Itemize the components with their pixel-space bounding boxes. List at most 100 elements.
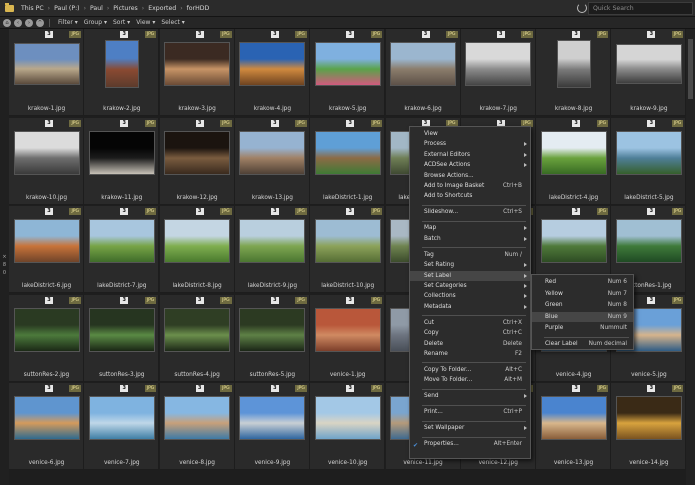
thumbnail-cell[interactable]: 3 JPG krakow-13.jpg (234, 117, 310, 205)
vertical-scrollbar[interactable] (686, 29, 695, 485)
thumbnail-cell[interactable]: 3 JPG venice-14.jpg (611, 383, 686, 470)
thumbnail-cell[interactable]: 3 JPG krakow-2.jpg (84, 29, 160, 116)
thumbnail-cell[interactable]: 3 JPG krakow-7.jpg (460, 29, 536, 116)
menu-item-batch[interactable]: Batch (410, 234, 530, 244)
menu-item-metadata[interactable]: Metadata (410, 302, 530, 312)
thumbnail-image[interactable] (164, 219, 231, 263)
back-icon[interactable]: ‹ (14, 18, 22, 27)
thumbnail-image[interactable] (540, 396, 607, 440)
menu-item-delete[interactable]: Delete Delete (410, 339, 530, 349)
thumbnail-image[interactable] (239, 307, 306, 352)
menu-item-copy[interactable]: Copy Ctrl+C (410, 328, 530, 338)
menu-item-red[interactable]: Red Num 6 (532, 277, 633, 287)
thumbnail-image[interactable] (615, 130, 682, 175)
thumbnail-image[interactable] (164, 307, 231, 352)
menu-item-clear-label[interactable]: Clear Label Num decimal (532, 339, 633, 349)
thumbnail-cell[interactable]: 3 JPG venice-10.jpg (310, 383, 386, 470)
thumbnail-cell[interactable]: 3 JPG venice-7.jpg (84, 383, 160, 470)
menu-item-set-label[interactable]: Set Label (410, 270, 530, 281)
thumbnail-image[interactable] (615, 219, 682, 263)
thumbnail-image[interactable] (239, 42, 306, 86)
thumbnail-cell[interactable]: 3 JPG krakow-1.jpg (9, 29, 84, 116)
thumbnail-cell[interactable]: 3 JPG krakow-10.jpg (9, 117, 84, 205)
menu-item-print[interactable]: Print... Ctrl+P (410, 407, 530, 417)
thumbnail-image[interactable] (239, 396, 306, 440)
thumbnail-cell[interactable]: 3 JPG venice-1.jpg (310, 294, 386, 382)
refresh-icon[interactable] (577, 3, 587, 13)
thumbnail-cell[interactable]: 3 JPG lakeDistrict-10.jpg (310, 206, 386, 293)
menu-item-cut[interactable]: Cut Ctrl+X (410, 318, 530, 328)
thumbnail-image[interactable] (104, 40, 139, 88)
breadcrumb-item[interactable]: Pictures (110, 5, 141, 12)
thumbnail-cell[interactable]: 3 JPG krakow-8.jpg (536, 29, 612, 116)
thumbnail-cell[interactable]: 3 JPG krakow-6.jpg (385, 29, 461, 116)
thumbnail-image[interactable] (314, 396, 381, 440)
thumbnail-image[interactable] (13, 307, 80, 352)
thumbnail-cell[interactable]: 3 JPG lakeDistrict-6.jpg (9, 206, 84, 293)
thumbnail-image[interactable] (88, 307, 155, 352)
thumbnail-image[interactable] (314, 42, 381, 86)
menu-item-set-rating[interactable]: Set Rating (410, 260, 530, 270)
menu-item-map[interactable]: Map (410, 223, 530, 233)
thumbnail-image[interactable] (465, 42, 532, 86)
thumbnail-cell[interactable]: 3 JPG krakow-5.jpg (310, 29, 386, 116)
thumbnail-image[interactable] (390, 42, 456, 86)
thumbnail-image[interactable] (314, 219, 381, 263)
menu-item-yellow[interactable]: Yellow Num 7 (532, 289, 633, 299)
thumbnail-image[interactable] (540, 219, 607, 263)
toolbar-button[interactable]: Sort ▾ (110, 19, 133, 26)
thumbnail-image[interactable] (13, 130, 80, 175)
thumbnail-image[interactable] (164, 130, 231, 175)
menu-item-send[interactable]: Send (410, 391, 530, 401)
menu-item-blue[interactable]: Blue Num 9 (532, 311, 633, 322)
toolbar-button[interactable]: View ▾ (133, 19, 158, 26)
thumbnail-image[interactable] (615, 396, 682, 440)
breadcrumb-item[interactable]: This PC (18, 5, 47, 12)
thumbnail-cell[interactable]: 3 JPG krakow-11.jpg (84, 117, 160, 205)
menu-item-set-categories[interactable]: Set Categories (410, 281, 530, 291)
thumbnail-cell[interactable]: 3 JPG krakow-9.jpg (611, 29, 686, 116)
thumbnail-image[interactable] (556, 40, 591, 88)
thumbnail-image[interactable] (88, 130, 155, 175)
thumbnail-image[interactable] (164, 42, 231, 86)
thumbnail-image[interactable] (164, 396, 231, 440)
menu-item-move-to-folder[interactable]: Move To Folder... Alt+M (410, 375, 530, 385)
menu-item-add-to-image-basket[interactable]: Add to Image Basket Ctrl+B (410, 181, 530, 191)
menu-item-acdsee-actions[interactable]: ACDSee Actions (410, 160, 530, 170)
thumbnail-cell[interactable]: 3 JPG suttonRes-3.jpg (84, 294, 160, 382)
thumbnail-image[interactable] (13, 219, 80, 263)
breadcrumb-item[interactable]: Paul (87, 5, 106, 12)
menu-item-collections[interactable]: Collections (410, 291, 530, 301)
menu-item-purple[interactable]: Purple Nummult (532, 323, 633, 333)
thumbnail-image[interactable] (540, 130, 607, 175)
thumbnail-image[interactable] (239, 219, 306, 263)
thumbnail-cell[interactable]: 3 JPG lakeDistrict-5.jpg (611, 117, 686, 205)
thumbnail-cell[interactable]: 3 JPG lakeDistrict-1.jpg (310, 117, 386, 205)
up-icon[interactable]: ^ (36, 18, 44, 27)
menu-item-add-to-shortcuts[interactable]: Add to Shortcuts (410, 191, 530, 201)
menu-item-view[interactable]: View (410, 129, 530, 139)
thumbnail-cell[interactable]: 3 JPG venice-9.jpg (234, 383, 310, 470)
breadcrumb-item[interactable]: Paul (P:) (51, 5, 83, 12)
toolbar-button[interactable]: Select ▾ (158, 19, 187, 26)
menu-item-tag[interactable]: Tag Num / (410, 250, 530, 260)
thumbnail-cell[interactable]: 3 JPG venice-6.jpg (9, 383, 84, 470)
thumbnail-cell[interactable]: 3 JPG suttonRes-2.jpg (9, 294, 84, 382)
breadcrumb-item[interactable]: Exported (145, 5, 179, 12)
thumbnail-image[interactable] (88, 219, 155, 263)
breadcrumb-item[interactable]: forHDD (184, 5, 213, 12)
thumbnail-cell[interactable]: 3 JPG suttonRes-5.jpg (234, 294, 310, 382)
thumbnail-image[interactable] (239, 130, 306, 175)
thumbnail-cell[interactable]: 3 JPG lakeDistrict-4.jpg (536, 117, 612, 205)
menu-item-copy-to-folder[interactable]: Copy To Folder... Alt+C (410, 365, 530, 375)
menu-item-process[interactable]: Process (410, 139, 530, 149)
thumbnail-cell[interactable]: 3 JPG krakow-4.jpg (234, 29, 310, 116)
menu-item-rename[interactable]: Rename F2 (410, 349, 530, 359)
menu-item-set-wallpaper[interactable]: Set Wallpaper (410, 423, 530, 433)
menu-item-browse-actions[interactable]: Browse Actions... (410, 171, 530, 181)
forward-icon[interactable]: › (25, 18, 33, 27)
menu-item-slideshow[interactable]: Slideshow... Ctrl+S (410, 207, 530, 217)
thumbnail-cell[interactable]: 3 JPG suttonRes-4.jpg (159, 294, 235, 382)
scrollbar-thumb[interactable] (688, 39, 693, 99)
thumbnail-cell[interactable]: 3 JPG venice-8.jpg (159, 383, 235, 470)
